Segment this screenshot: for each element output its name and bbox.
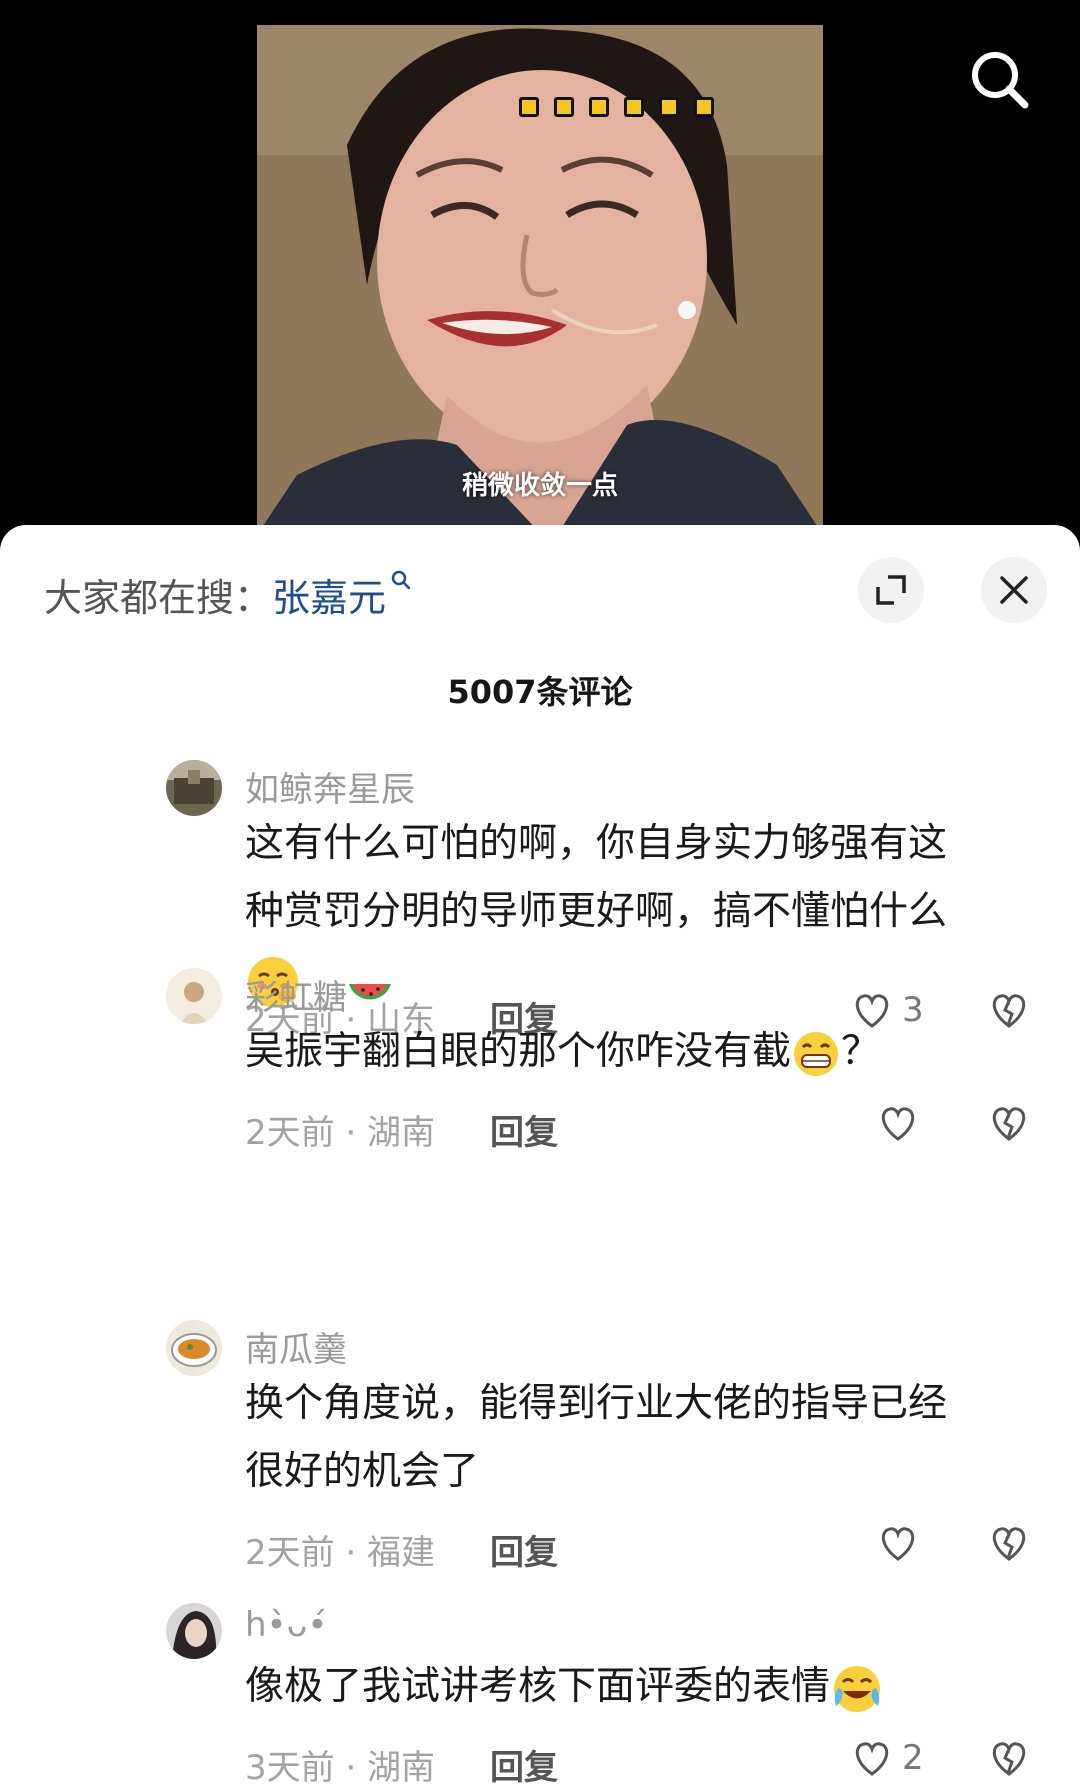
- like-button[interactable]: 2: [850, 1736, 924, 1780]
- close-button[interactable]: [981, 557, 1047, 623]
- comment-username[interactable]: 彩虹糖: [245, 970, 393, 1019]
- comment-sheet: 大家都在搜： 张嘉元 5007条评论 如鲸奔星辰 这有什么可怕的啊，你自身实力够…: [0, 525, 1080, 1790]
- hot-search-label: 大家都在搜：: [44, 576, 273, 620]
- comment-text-line: 很好的机会了: [245, 1449, 480, 1494]
- close-icon: [1000, 576, 1028, 604]
- heart-icon: [855, 1742, 889, 1776]
- comment-meta: 3天前 · 湖南: [245, 1748, 436, 1788]
- reply-button[interactable]: 回复: [490, 1105, 558, 1154]
- progress-dots: [519, 97, 714, 117]
- dislike-button[interactable]: [987, 1736, 1031, 1784]
- progress-dot: [554, 97, 574, 117]
- comment-text: 吴振宇翻白眼的那个你咋没有截 ？: [245, 1018, 1025, 1086]
- broken-heart-icon: [992, 1742, 1026, 1776]
- grimace-emoji: [794, 1031, 839, 1076]
- comment-meta: 2天前 · 湖南: [245, 1113, 436, 1153]
- progress-dot: [519, 97, 539, 117]
- comment-username[interactable]: h•̀ᴗ•́: [245, 1605, 327, 1645]
- reply-button[interactable]: 回复: [490, 1525, 558, 1574]
- avatar[interactable]: [166, 1603, 222, 1659]
- avatar[interactable]: [166, 760, 222, 816]
- like-button[interactable]: [876, 1101, 928, 1145]
- reply-button[interactable]: 回复: [490, 1740, 558, 1789]
- progress-dot: [659, 97, 679, 117]
- avatar[interactable]: [166, 1320, 222, 1376]
- comment-text-line: 这有什么可怕的啊，你自身实力够强有这: [245, 821, 948, 866]
- comment-username[interactable]: 如鲸奔星辰: [245, 762, 415, 811]
- heart-icon: [881, 1527, 915, 1561]
- video-player[interactable]: 稍微收敛一点: [0, 0, 1080, 560]
- search-icon: [391, 570, 411, 590]
- expand-button[interactable]: [858, 557, 924, 623]
- dislike-button[interactable]: [987, 1521, 1031, 1569]
- comment-meta: 2天前 · 福建: [245, 1533, 436, 1573]
- broken-heart-icon: [992, 1107, 1026, 1141]
- progress-dot: [694, 97, 714, 117]
- comment-text-body: 吴振宇翻白眼的那个你咋没有截: [245, 1029, 792, 1074]
- heart-icon: [881, 1107, 915, 1141]
- comment-text-line: 换个角度说，能得到行业大佬的指导已经: [245, 1381, 948, 1426]
- comment-count-title: 5007条评论: [447, 673, 633, 711]
- progress-dot: [589, 97, 609, 117]
- avatar[interactable]: [166, 968, 222, 1024]
- hot-search-term[interactable]: 张嘉元: [272, 567, 386, 622]
- comment-text-body: 像极了我试讲考核下面评委的表情: [245, 1664, 831, 1709]
- crying-laugh-emoji: [834, 1665, 881, 1712]
- comment-text: 换个角度说，能得到行业大佬的指导已经 很好的机会了: [245, 1370, 1025, 1506]
- search-icon[interactable]: [965, 45, 1035, 115]
- comment-text-line: 种赏罚分明的导师更好啊，搞不懂怕什么: [245, 889, 948, 934]
- broken-heart-icon: [992, 1527, 1026, 1561]
- hot-search-bar[interactable]: 大家都在搜： 张嘉元: [44, 567, 412, 622]
- comment-text-suffix: ？: [841, 1029, 881, 1074]
- watermelon-emoji: [349, 983, 391, 999]
- comment-username[interactable]: 南瓜羹: [245, 1322, 347, 1371]
- progress-dot: [624, 97, 644, 117]
- comment-username-text: 彩虹糖: [245, 978, 347, 1018]
- like-button[interactable]: [876, 1521, 928, 1565]
- video-frame[interactable]: 稍微收敛一点: [257, 25, 823, 535]
- comment-text: 像极了我试讲考核下面评委的表情: [245, 1653, 1025, 1721]
- like-count: 2: [902, 1738, 924, 1778]
- dislike-button[interactable]: [987, 1101, 1031, 1149]
- expand-icon: [876, 575, 906, 605]
- video-subtitle: 稍微收敛一点: [461, 471, 618, 501]
